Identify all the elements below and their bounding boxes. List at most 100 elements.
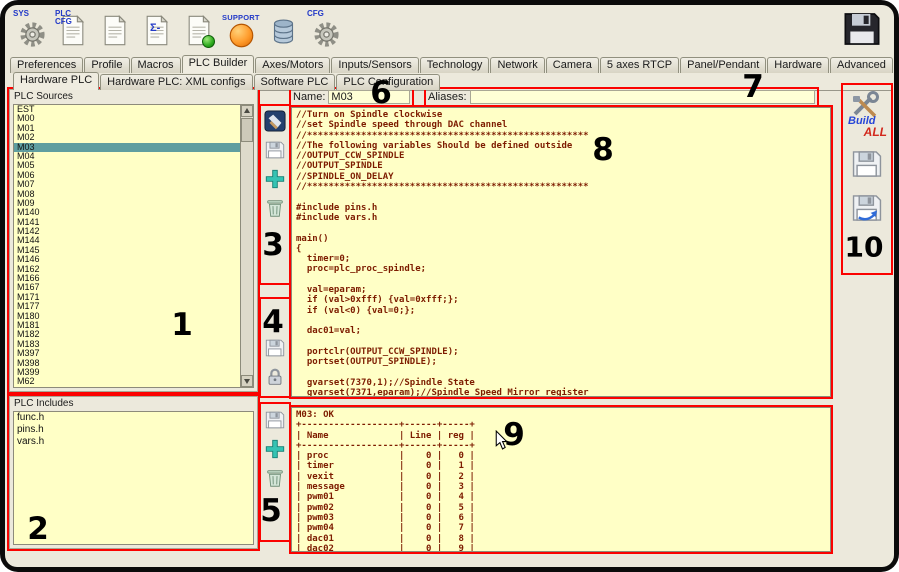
list-item[interactable]: M05 (14, 161, 253, 170)
tab[interactable]: Advanced (830, 57, 893, 73)
save-include-button[interactable] (264, 409, 286, 431)
name-label: Name: (293, 91, 325, 103)
scroll-up-button[interactable] (241, 105, 253, 117)
list-item[interactable]: M144 (14, 236, 253, 245)
tab[interactable]: Profile (84, 57, 129, 73)
plc-includes-list[interactable]: func.hpins.hvars.h (13, 411, 254, 545)
list-item[interactable]: M146 (14, 255, 253, 264)
list-item[interactable]: M171 (14, 293, 253, 302)
window-body: SYS PLC CFG Σ- SUPPORT (5, 5, 894, 567)
plc-cfg-label: PLC CFG (55, 10, 79, 26)
main-tabs: PreferencesProfileMacrosPLC BuilderAxes/… (10, 55, 894, 73)
list-item[interactable]: M145 (14, 246, 253, 255)
name-field: Name: M03 (291, 89, 412, 105)
plc-cfg-button[interactable]: PLC CFG (53, 7, 94, 55)
save-icon (264, 409, 286, 431)
tab[interactable]: PLC Configuration (336, 74, 440, 90)
save-source-button[interactable] (264, 139, 286, 161)
plus-icon (264, 168, 286, 190)
tab[interactable]: Network (490, 57, 544, 73)
mouse-cursor (495, 430, 508, 450)
tab[interactable]: Macros (131, 57, 181, 73)
list-item[interactable]: M140 (14, 208, 253, 217)
document-icon (103, 15, 127, 46)
list-item[interactable]: M181 (14, 321, 253, 330)
save-button[interactable] (264, 337, 286, 359)
sys-config-button[interactable]: SYS (11, 7, 52, 55)
list-item[interactable]: M07 (14, 180, 253, 189)
tab[interactable]: Hardware (767, 57, 829, 73)
tab[interactable]: Software PLC (254, 74, 336, 90)
list-item[interactable]: M167 (14, 283, 253, 292)
list-item[interactable]: M141 (14, 218, 253, 227)
list-item[interactable]: M02 (14, 133, 253, 142)
tab[interactable]: Camera (546, 57, 599, 73)
run-doc-button[interactable] (179, 7, 220, 55)
list-item[interactable]: M03 (14, 143, 253, 152)
save-icon (842, 9, 882, 49)
tab[interactable]: Preferences (10, 57, 83, 73)
list-item[interactable]: M09 (14, 199, 253, 208)
list-item[interactable]: EST (14, 105, 253, 114)
list-item[interactable]: pins.h (14, 424, 253, 436)
tab[interactable]: PLC Builder (182, 55, 255, 73)
save-all-button[interactable] (850, 147, 884, 181)
sum-doc-button[interactable]: Σ- (137, 7, 178, 55)
list-item[interactable]: M06 (14, 171, 253, 180)
aliases-input[interactable] (470, 90, 815, 104)
support-button[interactable]: SUPPORT (221, 7, 262, 55)
tab[interactable]: Inputs/Sensors (331, 57, 418, 73)
tab[interactable]: Hardware PLC (13, 72, 99, 90)
list-item[interactable]: M00 (14, 114, 253, 123)
cfg-button[interactable]: CFG (305, 7, 346, 55)
list-item[interactable]: M399 (14, 368, 253, 377)
scroll-thumb[interactable] (241, 118, 253, 142)
macros-doc-button[interactable] (95, 7, 136, 55)
list-item[interactable]: M04 (14, 152, 253, 161)
list-item[interactable]: M166 (14, 274, 253, 283)
up-arrow-icon (244, 105, 250, 113)
list-item[interactable]: M397 (14, 349, 253, 358)
scroll-down-button[interactable] (241, 375, 253, 387)
list-item[interactable]: M08 (14, 190, 253, 199)
down-arrow-icon (244, 379, 250, 387)
save-config-button[interactable] (842, 9, 882, 49)
list-item[interactable]: M180 (14, 312, 253, 321)
plus-icon (264, 438, 286, 460)
list-item[interactable]: M142 (14, 227, 253, 236)
tab[interactable]: Panel/Pendant (680, 57, 766, 73)
unlock-button[interactable] (264, 366, 286, 388)
tab[interactable]: Technology (420, 57, 490, 73)
trash-icon (264, 197, 286, 219)
aliases-field: Aliases: (426, 89, 817, 105)
list-item[interactable]: M398 (14, 359, 253, 368)
sources-toolbar (261, 106, 289, 283)
list-item[interactable]: vars.h (14, 436, 253, 448)
add-source-button[interactable] (264, 168, 286, 190)
arrow-icon (854, 200, 880, 222)
top-toolbar: SYS PLC CFG Σ- SUPPORT (11, 7, 346, 55)
name-input[interactable]: M03 (328, 90, 410, 104)
tab[interactable]: 5 axes RTCP (600, 57, 679, 73)
list-item[interactable]: M177 (14, 302, 253, 311)
delete-source-button[interactable] (264, 197, 286, 219)
list-item[interactable]: M182 (14, 330, 253, 339)
build-all-button[interactable]: Build ALL (845, 90, 889, 137)
delete-include-button[interactable] (264, 467, 286, 489)
tab[interactable]: Axes/Motors (255, 57, 330, 73)
database-button[interactable] (263, 7, 304, 55)
list-item[interactable]: M01 (14, 124, 253, 133)
build-button[interactable] (264, 110, 286, 132)
editor-lock-toolbar (261, 299, 289, 396)
list-item[interactable]: M162 (14, 265, 253, 274)
sources-scrollbar[interactable] (240, 105, 253, 387)
list-item[interactable]: func.h (14, 412, 253, 424)
tab[interactable]: Hardware PLC: XML configs (100, 74, 252, 90)
add-include-button[interactable] (264, 438, 286, 460)
list-item[interactable]: M62 (14, 377, 253, 386)
plc-sources-list[interactable]: ESTM00M01M02M03M04M05M06M07M08M09M140M14… (13, 104, 254, 388)
plc-includes-title: PLC Includes (14, 398, 73, 409)
code-editor[interactable]: //Turn on Spindle clockwise //set Spindl… (291, 107, 831, 397)
list-item[interactable]: M183 (14, 340, 253, 349)
export-button[interactable] (850, 191, 884, 225)
